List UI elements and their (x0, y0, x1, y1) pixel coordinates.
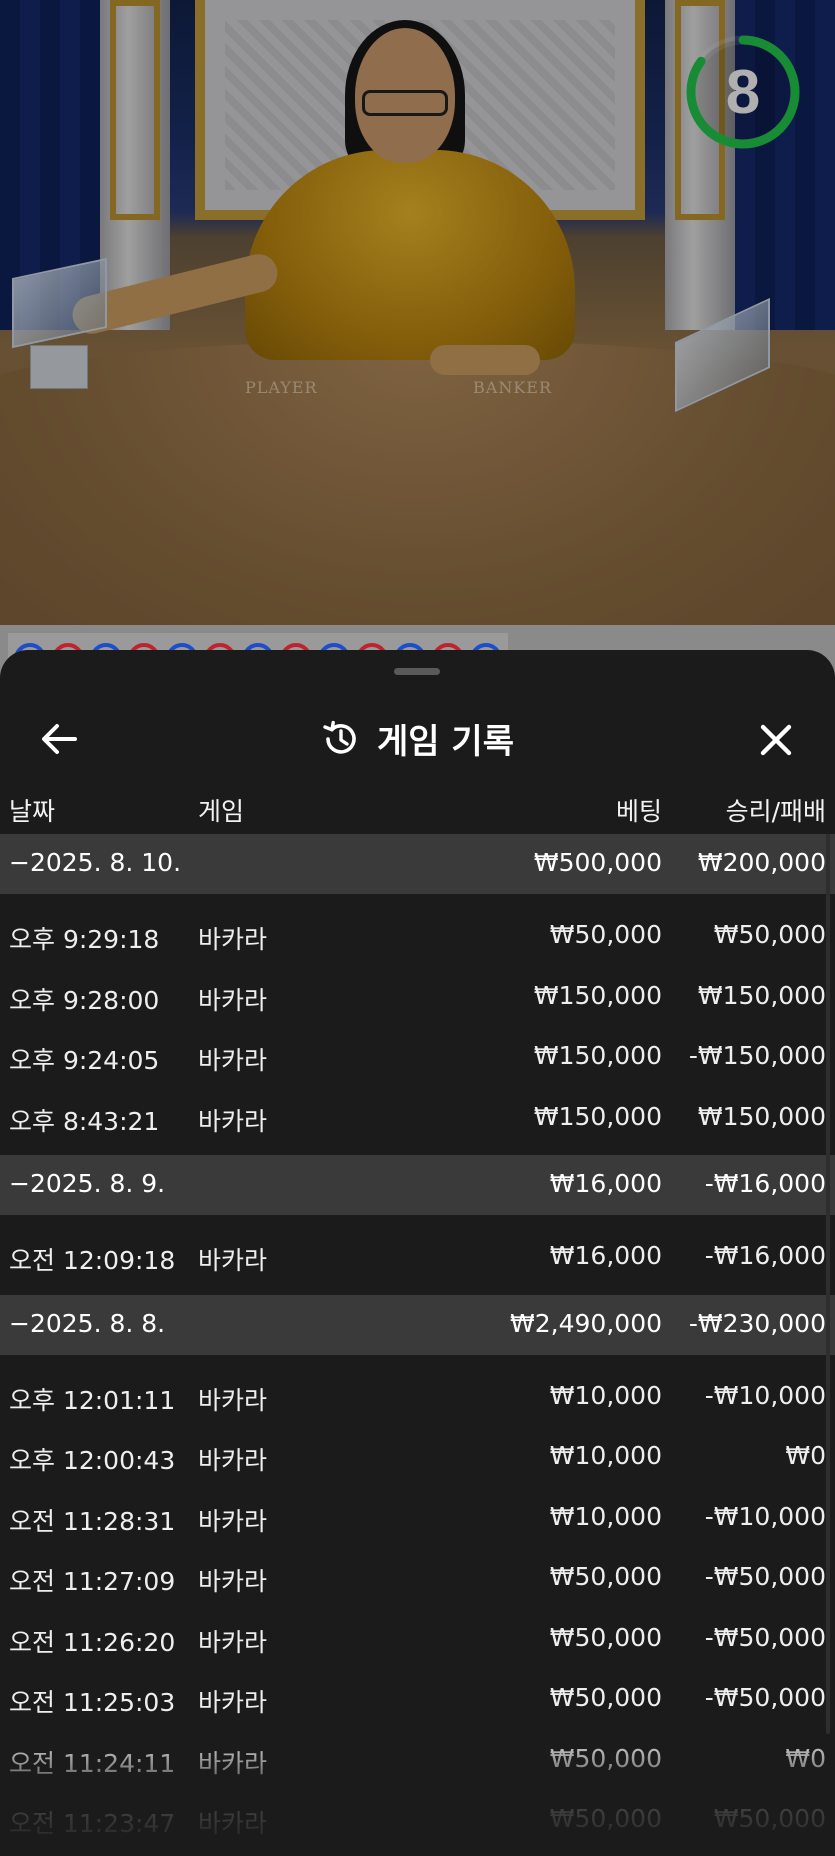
column-bet: 베팅 (615, 797, 662, 826)
date-group-row[interactable]: −2025. 8. 8. ₩2,490,000 -₩230,000 (0, 1294, 835, 1355)
history-row[interactable]: 오전 11:26:20 바카라 ₩50,000 -₩50,000 (0, 1606, 835, 1667)
row-time: 오후 12:00:43 (9, 1446, 176, 1475)
row-time: 오전 11:26:20 (9, 1627, 176, 1657)
row-result: ₩0 (785, 1743, 826, 1773)
group-date: −2025. 8. 10. (9, 848, 182, 877)
row-time: 오전 11:25:03 (9, 1688, 176, 1717)
row-time: 오전 11:27:09 (9, 1567, 176, 1596)
row-result: -₩150,000 (688, 1041, 826, 1070)
row-time: 오전 11:23:47 (9, 1809, 176, 1838)
history-row[interactable]: 오전 11:27:09 바카라 ₩50,000 -₩50,000 (0, 1545, 835, 1606)
history-row[interactable]: 오전 12:09:18 바카라 ₩16,000 -₩16,000 (0, 1224, 835, 1285)
row-time: 오후 9:29:18 (9, 925, 160, 954)
close-icon (760, 724, 792, 756)
row-game: 바카라 (198, 1046, 268, 1075)
game-history-sheet: 게임 기록 날짜 게임 베팅 승리/패배 −2025. 8. 10. ₩500,0… (0, 650, 835, 1856)
row-result: -₩10,000 (704, 1501, 826, 1531)
row-game: 바카라 (198, 925, 268, 954)
row-result: -₩50,000 (704, 1683, 826, 1712)
row-bet: ₩50,000 (549, 1743, 662, 1773)
row-bet: ₩10,000 (549, 1501, 662, 1531)
row-bet: ₩10,000 (549, 1380, 662, 1410)
history-row[interactable]: 오후 9:24:05 바카라 ₩150,000 -₩150,000 (0, 1024, 835, 1085)
table-header: 날짜 게임 베팅 승리/패배 (0, 782, 835, 834)
history-row[interactable]: 오전 11:24:11 바카라 ₩50,000 ₩0 (0, 1727, 835, 1788)
history-row[interactable]: 오전 11:25:03 바카라 ₩50,000 -₩50,000 (0, 1666, 835, 1727)
group-bet-total: ₩2,490,000 (510, 1308, 662, 1338)
row-game: 바카라 (198, 1688, 268, 1717)
row-bet: ₩50,000 (549, 1804, 662, 1833)
row-time: 오전 11:24:11 (9, 1748, 176, 1778)
row-result: -₩50,000 (704, 1622, 826, 1652)
row-game: 바카라 (198, 1748, 268, 1778)
history-list[interactable]: −2025. 8. 10. ₩500,000 ₩200,000 오후 9:29:18 바… (0, 834, 835, 1856)
history-icon (323, 720, 356, 754)
date-group-row[interactable]: −2025. 8. 9. ₩16,000 -₩16,000 (0, 1155, 835, 1215)
row-game: 바카라 (198, 985, 268, 1015)
history-row[interactable]: 오후 9:28:00 바카라 ₩150,000 ₩150,000 (0, 964, 835, 1025)
row-time: 오후 8:43:21 (9, 1106, 160, 1136)
group-bet-total: ₩500,000 (533, 848, 662, 877)
row-result: ₩50,000 (713, 920, 826, 949)
row-bet: ₩50,000 (549, 1622, 662, 1652)
row-bet: ₩50,000 (549, 1683, 662, 1712)
row-time: 오전 11:28:31 (9, 1506, 176, 1536)
history-row[interactable]: 오후 8:43:21 바카라 ₩150,000 ₩150,000 (0, 1085, 835, 1146)
date-group-row[interactable]: −2025. 8. 10. ₩500,000 ₩200,000 (0, 834, 835, 894)
history-row[interactable]: 오후 9:29:18 바카라 ₩50,000 ₩50,000 (0, 903, 835, 964)
row-result: ₩150,000 (697, 980, 826, 1010)
row-game: 바카라 (198, 1246, 268, 1275)
row-bet: ₩150,000 (533, 1101, 662, 1131)
row-bet: ₩16,000 (549, 1241, 662, 1270)
group-result-total: ₩200,000 (697, 848, 826, 877)
modal-dim-overlay[interactable] (0, 0, 835, 625)
row-game: 바카라 (198, 1385, 268, 1415)
row-result: ₩50,000 (713, 1804, 826, 1833)
history-row[interactable]: 오후 12:00:43 바카라 ₩10,000 ₩0 (0, 1424, 835, 1485)
column-date: 날짜 (9, 797, 56, 826)
row-result: ₩0 (785, 1441, 826, 1470)
scrollbar[interactable] (826, 834, 830, 1734)
row-bet: ₩10,000 (549, 1441, 662, 1470)
history-row[interactable]: 오후 12:01:11 바카라 ₩10,000 -₩10,000 (0, 1364, 835, 1425)
row-time: 오후 9:24:05 (9, 1046, 160, 1075)
row-bet: ₩50,000 (549, 1562, 662, 1591)
column-result: 승리/패배 (725, 797, 826, 826)
row-bet: ₩150,000 (533, 1041, 662, 1070)
row-time: 오후 12:01:11 (9, 1385, 176, 1415)
row-bet: ₩150,000 (533, 980, 662, 1010)
history-row[interactable]: 오전 11:23:47 바카라 ₩50,000 ₩50,000 (0, 1787, 835, 1848)
group-result-total: -₩230,000 (688, 1308, 826, 1338)
group-bet-total: ₩16,000 (549, 1169, 662, 1198)
row-result: -₩10,000 (704, 1380, 826, 1410)
group-date: −2025. 8. 9. (9, 1169, 166, 1198)
row-result: -₩50,000 (704, 1562, 826, 1591)
row-result: ₩150,000 (697, 1101, 826, 1131)
row-time: 오후 9:28:00 (9, 985, 160, 1015)
group-date: −2025. 8. 8. (9, 1308, 166, 1338)
column-game: 게임 (198, 797, 245, 826)
group-result-total: -₩16,000 (704, 1169, 826, 1198)
sheet-title: 게임 기록 (377, 722, 514, 762)
row-result: -₩16,000 (704, 1241, 826, 1270)
row-game: 바카라 (198, 1809, 268, 1838)
history-row[interactable]: 오전 11:28:31 바카라 ₩10,000 -₩10,000 (0, 1485, 835, 1546)
row-game: 바카라 (198, 1106, 268, 1136)
row-game: 바카라 (198, 1506, 268, 1536)
sheet-drag-handle[interactable] (394, 668, 440, 675)
close-button[interactable] (752, 716, 800, 764)
row-game: 바카라 (198, 1567, 268, 1596)
row-bet: ₩50,000 (549, 920, 662, 949)
row-game: 바카라 (198, 1446, 268, 1475)
row-time: 오전 12:09:18 (9, 1246, 176, 1275)
sheet-header: 게임 기록 (0, 700, 835, 790)
row-game: 바카라 (198, 1627, 268, 1657)
